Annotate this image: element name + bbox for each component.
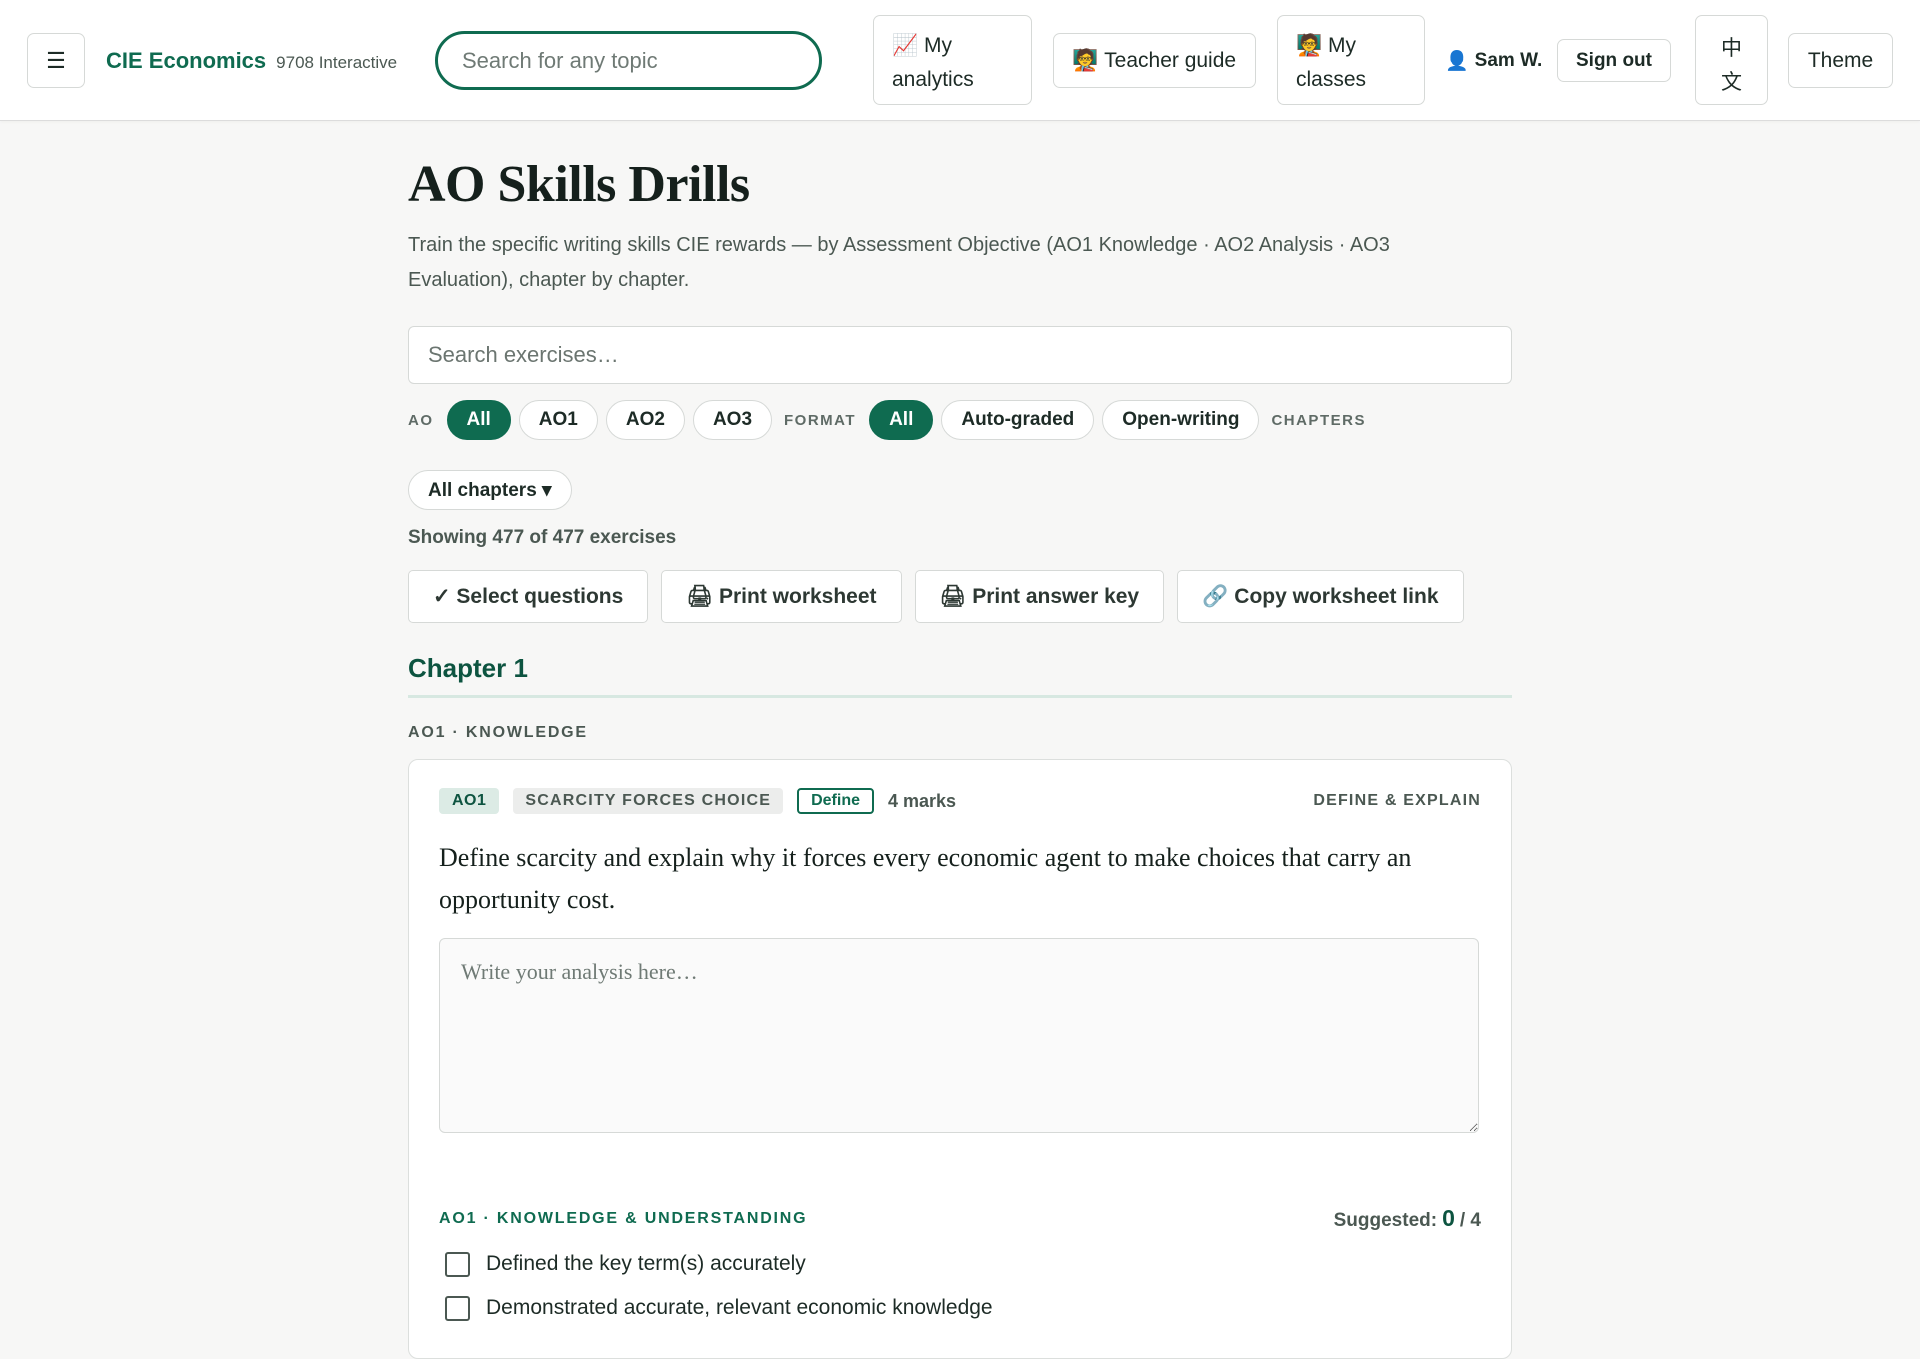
printer-icon: 🖨 — [686, 584, 713, 608]
page-title: AO Skills Drills — [408, 156, 750, 213]
language-toggle-button[interactable]: 中 文 — [1695, 15, 1768, 105]
ao-badge: AO1 — [439, 788, 500, 814]
chapter-heading: Chapter 1 — [408, 653, 1512, 698]
marks-label: 4 marks — [888, 790, 957, 811]
format-filter-all[interactable]: All — [869, 400, 934, 440]
main-content: AO Skills Drills Train the specific writ… — [408, 150, 1512, 1359]
ao-filter-ao3[interactable]: AO3 — [692, 400, 773, 440]
chart-increasing-icon: 📈 — [892, 34, 919, 57]
my-analytics-label-line2: analytics — [892, 68, 974, 91]
format-filter-label: FORMAT — [784, 411, 857, 429]
suggested-label: Suggested: — [1333, 1210, 1438, 1231]
print-worksheet-label: Print worksheet — [718, 584, 877, 608]
print-worksheet-button[interactable]: 🖨 Print worksheet — [661, 570, 902, 623]
theme-button[interactable]: Theme — [1788, 33, 1893, 88]
brand-subtitle: 9708 Interactive — [276, 53, 398, 72]
worksheet-actions: ✓ Select questions 🖨 Print worksheet 🖨 P… — [408, 570, 1512, 623]
printer-icon: 🖨 — [939, 584, 967, 608]
teacher-icon: 🧑‍🏫 — [1072, 48, 1099, 72]
answer-textarea[interactable] — [439, 938, 1479, 1133]
user-display: 👤 Sam W. — [1445, 49, 1542, 73]
chapters-filter-label: CHAPTERS — [1271, 411, 1366, 429]
teacher-guide-button[interactable]: 🧑‍🏫 Teacher guide — [1053, 33, 1256, 88]
brand-name: CIE Economics — [106, 48, 267, 73]
hamburger-menu-icon: ☰ — [46, 47, 66, 73]
topic-search-input[interactable] — [435, 31, 822, 90]
exercise-header: AO1 SCARCITY FORCES CHOICE Define 4 mark… — [439, 787, 1481, 815]
rubric-criterion[interactable]: Demonstrated accurate, relevant economic… — [439, 1286, 1481, 1330]
ao-filter-all[interactable]: All — [446, 400, 511, 440]
rubric-criteria: Defined the key term(s) accurately Demon… — [439, 1242, 1481, 1330]
ao-filter-ao2[interactable]: AO2 — [605, 400, 685, 440]
criterion-label: Demonstrated accurate, relevant economic… — [486, 1296, 993, 1319]
suggested-score-total: / 4 — [1459, 1210, 1481, 1231]
my-analytics-label-line1: My — [924, 34, 952, 57]
copy-worksheet-link-label: Copy worksheet link — [1234, 584, 1439, 608]
teacher-guide-label: Teacher guide — [1104, 48, 1237, 72]
topic-badge: SCARCITY FORCES CHOICE — [513, 788, 784, 814]
language-label-line2: 文 — [1721, 70, 1742, 94]
suggested-score: Suggested: 0 / 4 — [1334, 1205, 1481, 1232]
format-filter-auto-graded[interactable]: Auto-graded — [941, 400, 1095, 440]
skill-label: DEFINE & EXPLAIN — [1313, 792, 1481, 809]
exercise-count: Showing 477 of 477 exercises — [408, 527, 677, 548]
ao-filter-ao1[interactable]: AO1 — [518, 400, 598, 440]
exercise-type-badge: Define — [797, 788, 874, 814]
criterion-checkbox[interactable] — [445, 1295, 470, 1321]
rubric-criterion[interactable]: Defined the key term(s) accurately — [439, 1242, 1481, 1286]
menu-button[interactable]: ☰ — [27, 33, 85, 88]
page-subtitle: Train the specific writing skills CIE re… — [408, 234, 1390, 291]
suggested-score-value: 0 — [1442, 1205, 1455, 1231]
rubric-title: AO1 · KNOWLEDGE & UNDERSTANDING — [439, 1209, 808, 1227]
criterion-label: Defined the key term(s) accurately — [486, 1252, 806, 1275]
copy-worksheet-link-button[interactable]: 🔗 Copy worksheet link — [1177, 570, 1464, 623]
sign-out-button[interactable]: Sign out — [1557, 39, 1671, 82]
format-filter-open-writing[interactable]: Open-writing — [1102, 400, 1260, 440]
question-text: Define scarcity and explain why it force… — [439, 843, 1412, 914]
filter-bar: AO All AO1 AO2 AO3 FORMAT All Auto-grade… — [408, 400, 1512, 510]
criterion-checkbox[interactable] — [445, 1251, 470, 1277]
language-label-line1: 中 — [1721, 36, 1742, 60]
ao-filter-label: AO — [408, 411, 434, 429]
my-classes-label-line2: classes — [1296, 68, 1367, 91]
ao-section-label: AO1 · KNOWLEDGE — [408, 724, 588, 741]
link-icon: 🔗 — [1202, 584, 1229, 608]
rubric-header: AO1 · KNOWLEDGE & UNDERSTANDING Suggeste… — [439, 1205, 1481, 1232]
chapters-dropdown[interactable]: All chapters ▾ — [408, 470, 572, 510]
user-icon: 👤 — [1445, 51, 1469, 72]
print-answer-key-button[interactable]: 🖨 Print answer key — [914, 570, 1165, 623]
top-bar: ☰ CIE Economics 9708 Interactive 📈 My an… — [0, 0, 1920, 121]
exercise-card: AO1 SCARCITY FORCES CHOICE Define 4 mark… — [408, 759, 1512, 1359]
my-classes-button[interactable]: 🧑‍🏫 My classes — [1277, 15, 1425, 105]
teacher-icon: 🧑‍🏫 — [1296, 34, 1323, 57]
print-answer-key-label: Print answer key — [972, 584, 1140, 608]
user-name: Sam W. — [1474, 50, 1543, 71]
brand[interactable]: CIE Economics 9708 Interactive — [106, 48, 397, 74]
my-classes-label-line1: My — [1328, 34, 1356, 57]
select-questions-button[interactable]: ✓ Select questions — [408, 570, 649, 623]
exercise-search-input[interactable] — [408, 326, 1512, 384]
my-analytics-button[interactable]: 📈 My analytics — [873, 15, 1032, 105]
